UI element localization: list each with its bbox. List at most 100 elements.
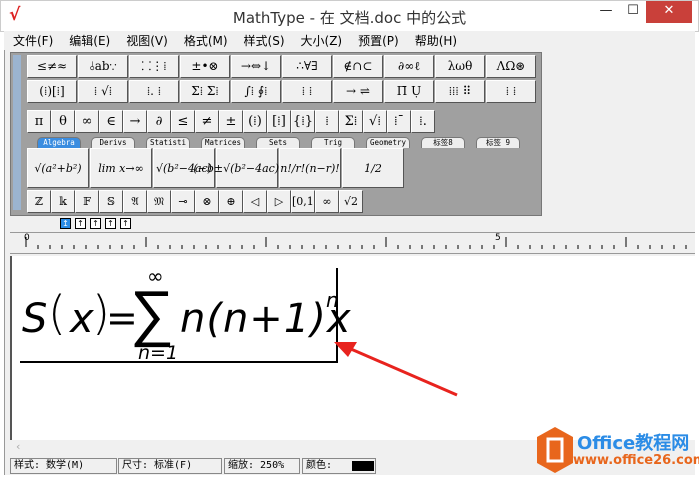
menu-style[interactable]: 样式(S) xyxy=(235,31,292,50)
symbol-button[interactable]: ∂ xyxy=(147,110,171,133)
bottom-symbol-button[interactable]: 𝔄 xyxy=(123,190,147,213)
palette-row2-button[interactable]: (⁞)[⁞] xyxy=(27,80,77,103)
size-button[interactable]: ↑ xyxy=(75,218,86,229)
bottom-symbol-button[interactable]: 𝔐 xyxy=(147,190,171,213)
palette-row1-button[interactable]: ⸬⋮⁞ xyxy=(129,55,179,78)
tab-matrices[interactable]: Matrices xyxy=(201,137,245,148)
symbol-button[interactable]: Σ⁞ xyxy=(339,110,363,133)
status-color: 颜色: xyxy=(302,458,376,474)
palette-row2-button[interactable]: ∫⁞ ∮⁞ xyxy=(231,80,281,103)
palette-row2-button[interactable]: Π̄ Ụ xyxy=(384,80,434,103)
bottom-symbol-button[interactable]: ◁ xyxy=(243,190,267,213)
palette-row2-button[interactable]: ⁞. ⁞ xyxy=(129,80,179,103)
tab-标签9[interactable]: 标签 9 xyxy=(476,137,520,148)
palette-row2-button[interactable]: → ⇌ xyxy=(333,80,383,103)
palette-row1-button[interactable]: ∉∩⊂ xyxy=(333,55,383,78)
template-button[interactable]: n!/r!(n−r)! xyxy=(279,148,341,188)
watermark-name: Office教程网 xyxy=(577,433,690,454)
watermark-url: www.office26.com xyxy=(573,453,699,468)
palette-row1-button[interactable]: λωθ xyxy=(435,55,485,78)
symbol-button[interactable]: ≤ xyxy=(171,110,195,133)
symbol-button[interactable]: ⁞ xyxy=(315,110,339,133)
menu-view[interactable]: 视图(V) xyxy=(117,31,175,50)
ruler-ticks xyxy=(25,237,687,249)
status-zoom: 缩放: 250% xyxy=(224,458,300,474)
title-bar: √ MathType - 在 文档.doc 中的公式 — ☐ ✕ xyxy=(0,0,699,32)
minimize-button[interactable]: — xyxy=(591,1,621,23)
bottom-symbol-button[interactable]: ▷ xyxy=(267,190,291,213)
bottom-symbol-button[interactable]: [0,1] xyxy=(291,190,315,213)
bottom-symbol-button[interactable]: √2 xyxy=(339,190,363,213)
bottom-symbol-button[interactable]: 𝕊 xyxy=(99,190,123,213)
symbol-button[interactable]: ⁞ˉ xyxy=(387,110,411,133)
bottom-symbol-button[interactable]: ⊗ xyxy=(195,190,219,213)
bottom-symbol-button[interactable]: ⊸ xyxy=(171,190,195,213)
status-style: 样式: 数学(M) xyxy=(10,458,117,474)
palette-row2-button[interactable]: ⁞ ⁞ xyxy=(282,80,332,103)
menu-edit[interactable]: 编辑(E) xyxy=(60,31,117,50)
palette-row1-button[interactable]: ±•⊗ xyxy=(180,55,230,78)
color-swatch[interactable] xyxy=(352,461,374,471)
tab-derivs[interactable]: Derivs xyxy=(91,137,135,148)
symbol-button[interactable]: π xyxy=(27,110,51,133)
palette-row1-button[interactable]: ΛΩ⊛ xyxy=(486,55,536,78)
equation-editor[interactable]: S ( x ) = ∞ ∑ n=1 n(n+1)x n xyxy=(10,256,695,440)
symbol-button[interactable]: ∈ xyxy=(99,110,123,133)
template-button[interactable]: 1/2 xyxy=(342,148,404,188)
palette-row1-button[interactable]: ⫰ab∵ xyxy=(78,55,128,78)
symbol-button[interactable]: ± xyxy=(219,110,243,133)
red-arrow-annotation xyxy=(334,342,458,397)
bottom-symbol-button[interactable]: 𝕜 xyxy=(51,190,75,213)
ruler-mark-5: 5 xyxy=(495,233,501,243)
bottom-symbol-button[interactable]: ∞ xyxy=(315,190,339,213)
palette-row1-button[interactable]: ∂∞ℓ xyxy=(384,55,434,78)
size-button[interactable]: ↥ xyxy=(60,218,71,229)
bottom-symbol-button[interactable]: ℤ xyxy=(27,190,51,213)
palette-row1-button[interactable]: ∴∀∃ xyxy=(282,55,332,78)
status-size: 尺寸: 标准(F) xyxy=(118,458,222,474)
palette-handle[interactable] xyxy=(13,55,21,210)
palette-row2-button[interactable]: ⁞⁞⁞ ⠿ xyxy=(435,80,485,103)
tab-trig[interactable]: Trig xyxy=(311,137,355,148)
status-color-label: 颜色: xyxy=(306,460,333,471)
symbol-button[interactable]: θ xyxy=(51,110,75,133)
tab-geometry[interactable]: Geometry xyxy=(366,137,410,148)
size-button[interactable]: ↑ xyxy=(90,218,101,229)
palette-row2-button[interactable]: Σ⁞ Σ⁞ xyxy=(180,80,230,103)
bottom-symbol-button[interactable]: 𝔽 xyxy=(75,190,99,213)
size-button[interactable]: ↑ xyxy=(120,218,131,229)
office26-watermark: Office教程网 www.office26.com xyxy=(535,425,699,475)
symbol-button[interactable]: (⁞) xyxy=(243,110,267,133)
menu-format[interactable]: 格式(M) xyxy=(175,31,235,50)
palette-row2-button[interactable]: ⁞ √⁞ xyxy=(78,80,128,103)
ruler: 0 5 xyxy=(10,232,695,254)
symbol-button[interactable]: √⁞ xyxy=(363,110,387,133)
ruler-mark-0: 0 xyxy=(24,233,30,243)
template-button[interactable]: (−b±√(b²−4ac))/2a xyxy=(193,148,301,188)
tab-algebra[interactable]: Algebra xyxy=(37,137,81,148)
office-logo-icon xyxy=(537,427,573,473)
menu-preferences[interactable]: 预置(P) xyxy=(349,31,406,50)
tab-标签8[interactable]: 标签8 xyxy=(421,137,465,148)
symbol-button[interactable]: ∞ xyxy=(75,110,99,133)
menu-file[interactable]: 文件(F) xyxy=(4,31,60,50)
symbol-button[interactable]: ≠ xyxy=(195,110,219,133)
template-button[interactable]: √(a²+b²) xyxy=(27,148,89,188)
template-button[interactable]: lim x→∞ xyxy=(90,148,152,188)
symbol-button[interactable]: [⁞] xyxy=(267,110,291,133)
palette-row2-button[interactable]: ⁞ ⁞ xyxy=(486,80,536,103)
tab-sets[interactable]: Sets xyxy=(256,137,300,148)
symbol-button[interactable]: ⁞. xyxy=(411,110,435,133)
palette-row1-button[interactable]: →⇔↓ xyxy=(231,55,281,78)
close-button[interactable]: ✕ xyxy=(646,1,692,23)
size-button[interactable]: ↑ xyxy=(105,218,116,229)
tab-statisti[interactable]: Statisti xyxy=(146,137,190,148)
menu-size[interactable]: 大小(Z) xyxy=(292,31,350,50)
bottom-symbol-button[interactable]: ⊕ xyxy=(219,190,243,213)
symbol-button[interactable]: → xyxy=(123,110,147,133)
maximize-button[interactable]: ☐ xyxy=(618,1,648,23)
palette-row1-button[interactable]: ≤≠≈ xyxy=(27,55,77,78)
symbol-button[interactable]: {⁞} xyxy=(291,110,315,133)
menu-help[interactable]: 帮助(H) xyxy=(406,31,464,50)
menu-bar: 文件(F) 编辑(E) 视图(V) 格式(M) 样式(S) 大小(Z) 预置(P… xyxy=(4,31,695,50)
